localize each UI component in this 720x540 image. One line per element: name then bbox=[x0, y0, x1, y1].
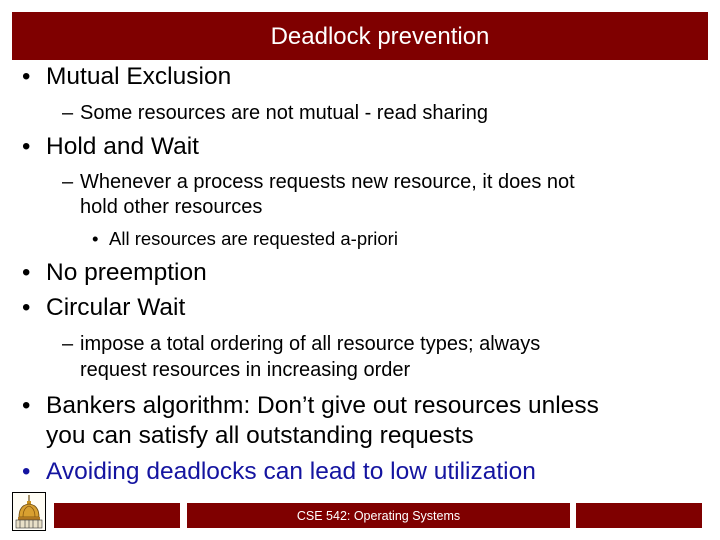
bullet-text-continuation: you can satisfy all outstanding requests bbox=[46, 422, 474, 449]
bullet-marker: • bbox=[92, 228, 99, 249]
footer-bar-right bbox=[576, 503, 702, 528]
footer-bar-center: CSE 542: Operating Systems bbox=[187, 503, 570, 528]
bullet-text: Some resources are not mutual - read sha… bbox=[80, 102, 488, 124]
bullet-marker: • bbox=[22, 294, 31, 321]
bullet-marker: • bbox=[22, 259, 31, 286]
bullet-text: Mutual Exclusion bbox=[46, 63, 232, 90]
bullet-text-continuation: request resources in increasing order bbox=[80, 359, 411, 381]
bullet-low-utilization: • Avoiding deadlocks can lead to low uti… bbox=[22, 458, 536, 486]
bullet-marker: • bbox=[22, 458, 31, 485]
bullet-text: No preemption bbox=[46, 259, 207, 286]
subbullet-no-hold-continuation: hold other resources bbox=[80, 196, 262, 219]
bullet-marker: • bbox=[22, 63, 31, 90]
subbullet-total-ordering: – impose a total ordering of all resourc… bbox=[62, 333, 541, 356]
dash-marker: – bbox=[62, 102, 74, 124]
bullet-text: impose a total ordering of all resource … bbox=[80, 333, 541, 355]
slide-title: Deadlock prevention bbox=[270, 23, 490, 50]
bullet-text: Whenever a process requests new resource… bbox=[80, 171, 575, 193]
bullet-hold-and-wait: • Hold and Wait bbox=[22, 133, 199, 161]
subbullet-read-sharing: – Some resources are not mutual - read s… bbox=[62, 102, 488, 125]
footer-bar-left bbox=[54, 503, 180, 528]
bullet-text: Circular Wait bbox=[46, 294, 186, 321]
bullet-mutual-exclusion: • Mutual Exclusion bbox=[22, 63, 232, 91]
subsubbullet-a-priori: • All resources are requested a-priori bbox=[92, 228, 398, 250]
dash-marker: – bbox=[62, 171, 74, 193]
bullet-bankers-continuation: you can satisfy all outstanding requests bbox=[46, 422, 474, 450]
bullet-marker: • bbox=[22, 133, 31, 160]
bullet-text: Avoiding deadlocks can lead to low utili… bbox=[46, 458, 536, 485]
dash-marker: – bbox=[62, 333, 74, 355]
bullet-text: Hold and Wait bbox=[46, 133, 199, 160]
title-bar: Deadlock prevention bbox=[12, 12, 708, 60]
bullet-no-preemption: • No preemption bbox=[22, 259, 207, 287]
bullet-text: All resources are requested a-priori bbox=[109, 228, 398, 249]
bullet-text-continuation: hold other resources bbox=[80, 196, 263, 218]
golden-dome-icon bbox=[13, 493, 45, 530]
bullet-text: Bankers algorithm: Don’t give out resour… bbox=[46, 392, 599, 419]
bullet-marker: • bbox=[22, 392, 31, 419]
golden-dome-logo bbox=[12, 492, 46, 531]
subbullet-total-ordering-continuation: request resources in increasing order bbox=[80, 359, 410, 382]
bullet-bankers-algorithm: • Bankers algorithm: Don’t give out reso… bbox=[22, 392, 599, 420]
subbullet-no-hold: – Whenever a process requests new resour… bbox=[62, 171, 575, 194]
bullet-circular-wait: • Circular Wait bbox=[22, 294, 186, 322]
footer-course-label: CSE 542: Operating Systems bbox=[296, 508, 461, 523]
